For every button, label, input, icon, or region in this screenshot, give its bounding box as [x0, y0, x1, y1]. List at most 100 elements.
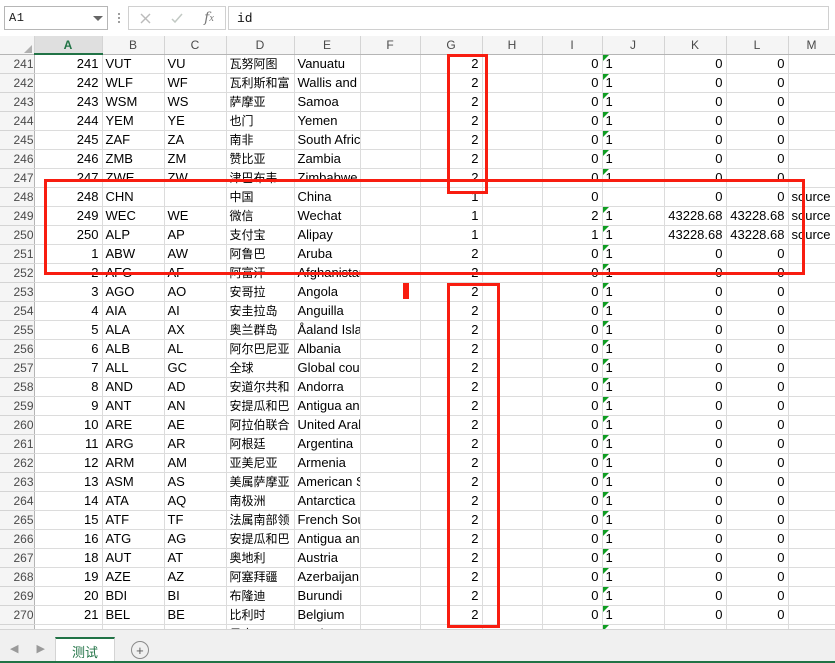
cell-l[interactable]: 43228.68	[726, 206, 788, 225]
row-header[interactable]: 242	[0, 73, 34, 92]
cell-c[interactable]: AO	[164, 282, 226, 301]
cell-i[interactable]: 0	[542, 168, 602, 187]
cell-d[interactable]: 阿拉伯联合	[226, 415, 294, 434]
cell-k[interactable]: 43228.68	[664, 225, 726, 244]
cell-l[interactable]: 0	[726, 301, 788, 320]
cell-e[interactable]: French Southern Terri	[294, 510, 360, 529]
name-box[interactable]: A1	[4, 6, 108, 30]
cell-g[interactable]: 2	[420, 529, 482, 548]
cell-i[interactable]: 0	[542, 149, 602, 168]
cell-k[interactable]: 0	[664, 491, 726, 510]
cell-d[interactable]: 奥地利	[226, 548, 294, 567]
cell-a[interactable]: 242	[34, 73, 102, 92]
cell-g[interactable]: 2	[420, 567, 482, 586]
cell-c[interactable]: BI	[164, 586, 226, 605]
more-options-icon[interactable]	[112, 6, 126, 30]
cell-j[interactable]: 1	[602, 92, 664, 111]
cell-l[interactable]: 0	[726, 130, 788, 149]
cell-c[interactable]: ZW	[164, 168, 226, 187]
cell-j[interactable]: 1	[602, 396, 664, 415]
cell-k[interactable]: 0	[664, 472, 726, 491]
cell-g[interactable]: 2	[420, 263, 482, 282]
cell-c[interactable]: AD	[164, 377, 226, 396]
cell-f[interactable]	[360, 111, 420, 130]
cell-k[interactable]: 0	[664, 586, 726, 605]
cell-b[interactable]: ZWE	[102, 168, 164, 187]
cell-d[interactable]: 安哥拉	[226, 282, 294, 301]
cell-l[interactable]: 0	[726, 111, 788, 130]
cell-e[interactable]: Angola	[294, 282, 360, 301]
cell-m[interactable]	[788, 263, 835, 282]
cell-f[interactable]	[360, 358, 420, 377]
cell-i[interactable]: 0	[542, 187, 602, 206]
cell-l[interactable]: 0	[726, 586, 788, 605]
cell-a[interactable]: 18	[34, 548, 102, 567]
cell-m[interactable]	[788, 377, 835, 396]
cell-c[interactable]: TF	[164, 510, 226, 529]
cell-m[interactable]	[788, 339, 835, 358]
cell-k[interactable]: 0	[664, 529, 726, 548]
column-header-k[interactable]: K	[664, 36, 726, 54]
cell-m[interactable]	[788, 301, 835, 320]
cell-e[interactable]: Antarctica	[294, 491, 360, 510]
cell-k[interactable]: 0	[664, 73, 726, 92]
cell-g[interactable]: 2	[420, 282, 482, 301]
column-header-i[interactable]: I	[542, 36, 602, 54]
cell-j[interactable]: 1	[602, 54, 664, 73]
cell-d[interactable]: 微信	[226, 206, 294, 225]
row-header[interactable]: 270	[0, 605, 34, 624]
cell-k[interactable]: 0	[664, 111, 726, 130]
cell-d[interactable]: 中国	[226, 187, 294, 206]
cell-i[interactable]: 0	[542, 396, 602, 415]
column-header-g[interactable]: G	[420, 36, 482, 54]
cell-l[interactable]: 0	[726, 168, 788, 187]
column-header-a[interactable]: A	[34, 36, 102, 54]
cell-g[interactable]: 2	[420, 111, 482, 130]
cell-m[interactable]	[788, 149, 835, 168]
cell-d[interactable]: 亚美尼亚	[226, 453, 294, 472]
column-header-b[interactable]: B	[102, 36, 164, 54]
cell-a[interactable]: 10	[34, 415, 102, 434]
cell-g[interactable]: 2	[420, 586, 482, 605]
cell-i[interactable]: 0	[542, 320, 602, 339]
cell-a[interactable]: 247	[34, 168, 102, 187]
cell-a[interactable]: 1	[34, 244, 102, 263]
cell-g[interactable]: 2	[420, 339, 482, 358]
cell-m[interactable]	[788, 396, 835, 415]
cell-i[interactable]: 0	[542, 339, 602, 358]
cell-d[interactable]: 全球	[226, 358, 294, 377]
row-header[interactable]: 250	[0, 225, 34, 244]
cell-h[interactable]	[482, 472, 542, 491]
column-header-h[interactable]: H	[482, 36, 542, 54]
cell-h[interactable]	[482, 491, 542, 510]
cell-h[interactable]	[482, 149, 542, 168]
cell-l[interactable]: 0	[726, 282, 788, 301]
cell-d[interactable]: 安圭拉岛	[226, 301, 294, 320]
cell-c[interactable]: AE	[164, 415, 226, 434]
cell-k[interactable]: 0	[664, 244, 726, 263]
cell-l[interactable]: 0	[726, 396, 788, 415]
cell-e[interactable]: Burundi	[294, 586, 360, 605]
cell-h[interactable]	[482, 130, 542, 149]
cell-c[interactable]: GC	[164, 358, 226, 377]
cell-l[interactable]: 0	[726, 149, 788, 168]
cell-k[interactable]: 0	[664, 377, 726, 396]
cell-l[interactable]: 0	[726, 244, 788, 263]
cell-i[interactable]: 0	[542, 453, 602, 472]
cell-g[interactable]: 2	[420, 510, 482, 529]
cell-l[interactable]: 0	[726, 529, 788, 548]
cell-e[interactable]: South Africa	[294, 130, 360, 149]
cell-l[interactable]: 0	[726, 567, 788, 586]
cell-j[interactable]	[602, 187, 664, 206]
cell-a[interactable]: 7	[34, 358, 102, 377]
cell-a[interactable]: 21	[34, 605, 102, 624]
cell-f[interactable]	[360, 206, 420, 225]
cell-h[interactable]	[482, 567, 542, 586]
cell-f[interactable]	[360, 263, 420, 282]
cell-b[interactable]: ATF	[102, 510, 164, 529]
cell-c[interactable]: WF	[164, 73, 226, 92]
cell-e[interactable]: Wechat	[294, 206, 360, 225]
cell-d[interactable]: 比利时	[226, 605, 294, 624]
cell-b[interactable]: AZE	[102, 567, 164, 586]
cell-e[interactable]: Aruba	[294, 244, 360, 263]
